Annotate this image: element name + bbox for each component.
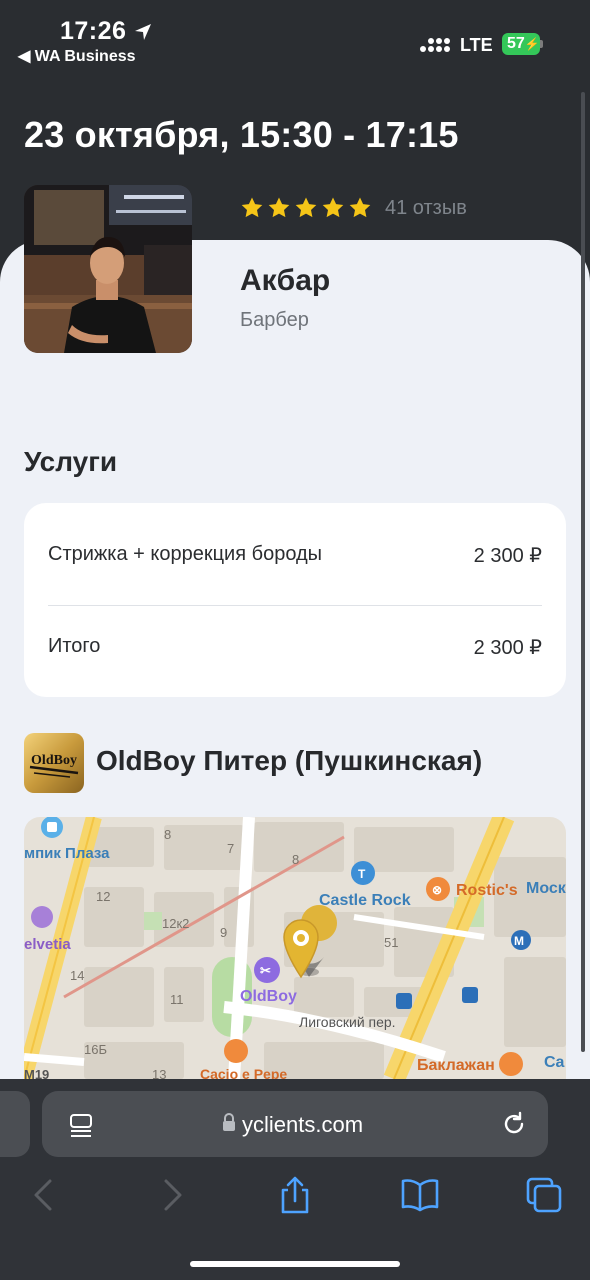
total-label: Итого xyxy=(48,635,101,657)
map-number: 8 xyxy=(292,852,299,867)
svg-text:✂: ✂ xyxy=(260,963,271,978)
map-label-rostics: Rostic's xyxy=(456,882,518,899)
map-label-moscow: Моск xyxy=(526,880,566,897)
battery-level: 57 xyxy=(507,35,525,52)
booking-datetime: 23 октября, 15:30 - 17:15 xyxy=(24,114,459,155)
map-label-oldboy: OldBoy xyxy=(240,988,297,1005)
page-menu-icon[interactable] xyxy=(68,1112,94,1138)
map-label-castle-rock: Castle Rock xyxy=(319,892,411,909)
share-icon[interactable] xyxy=(275,1175,315,1215)
previous-tab-preview[interactable] xyxy=(0,1091,30,1157)
tabs-icon[interactable] xyxy=(524,1175,564,1215)
browser-toolbar: yclients.com xyxy=(0,1079,590,1280)
map-number: 11 xyxy=(170,992,184,1007)
home-indicator[interactable] xyxy=(190,1261,400,1267)
service-name: Стрижка + коррекция бороды xyxy=(48,543,323,565)
master-role: Барбер xyxy=(240,309,309,331)
map-number: 13 xyxy=(152,1067,166,1079)
salon-map[interactable]: 8 7 8 12 12к2 9 51 14 11 16Б 13 мпик Пла… xyxy=(24,817,566,1079)
star-icon xyxy=(268,197,290,218)
charging-icon: ⚡ xyxy=(524,37,540,51)
service-row: Стрижка + коррекция бороды 2 300 ₽ xyxy=(48,543,542,568)
battery-icon: 57⚡ xyxy=(502,33,540,55)
address-bar[interactable]: yclients.com xyxy=(42,1091,548,1157)
salon-name: OldBoy Питер (Пушкинская) xyxy=(96,745,483,776)
master-name: Акбар xyxy=(240,264,331,297)
map-label-olimpic: мпик Плаза xyxy=(24,845,110,862)
location-arrow-icon xyxy=(135,24,151,40)
signal-icon xyxy=(420,38,450,52)
map-number: 9 xyxy=(220,925,227,940)
map-number: 51 xyxy=(384,935,398,950)
reload-icon[interactable] xyxy=(500,1110,528,1138)
star-icon xyxy=(295,197,317,218)
map-number: 12к2 xyxy=(162,916,189,931)
star-icon xyxy=(241,197,263,218)
map-label-m19: М19 xyxy=(24,1067,49,1079)
star-icon xyxy=(349,197,371,218)
services-card: Стрижка + коррекция бороды 2 300 ₽ Итого… xyxy=(24,503,566,697)
map-label-baklazhan: Баклажан xyxy=(417,1057,495,1074)
map-label-cacio: Cacio e Pepe xyxy=(200,1066,287,1079)
lock-icon xyxy=(223,1113,235,1131)
map-number: 16Б xyxy=(84,1042,107,1057)
salon-logo: OldBoy xyxy=(24,733,84,793)
bookmarks-icon[interactable] xyxy=(400,1175,440,1215)
svg-text:M: M xyxy=(514,934,524,948)
map-number: 14 xyxy=(70,968,84,983)
map-label-ligovsky: Лиговский пер. xyxy=(299,1014,396,1030)
divider xyxy=(48,605,542,606)
map-number: 8 xyxy=(164,827,171,842)
forward-icon[interactable] xyxy=(152,1175,192,1215)
back-icon[interactable] xyxy=(24,1175,64,1215)
battery-tip xyxy=(540,40,543,48)
status-bar: 17:26 ◀ WA Business LTE 57⚡ xyxy=(0,0,590,80)
total-price: 2 300 ₽ xyxy=(473,637,542,659)
map-number: 7 xyxy=(227,841,234,856)
master-photo xyxy=(24,185,192,353)
scroll-indicator[interactable] xyxy=(581,92,585,1052)
services-title: Услуги xyxy=(24,446,118,477)
svg-text:T: T xyxy=(358,867,366,881)
star-icon xyxy=(322,197,344,218)
service-price: 2 300 ₽ xyxy=(473,545,542,567)
url-text[interactable]: yclients.com xyxy=(242,1112,363,1138)
reviews-count-link[interactable]: 41 отзыв xyxy=(385,197,467,220)
screen: 17:26 ◀ WA Business LTE 57⚡ 23 октября, … xyxy=(0,0,590,1280)
salon-logo-text: OldBoy xyxy=(31,753,77,768)
map-label-ca: Ca xyxy=(544,1054,565,1071)
total-row: Итого 2 300 ₽ xyxy=(48,635,542,660)
status-time: 17:26 xyxy=(60,17,127,45)
map-number: 12 xyxy=(96,889,110,904)
network-type: LTE xyxy=(460,35,493,55)
rating-stars xyxy=(240,196,372,220)
map-label-helvetia: elvetia xyxy=(24,936,71,953)
back-to-app-link[interactable]: ◀ WA Business xyxy=(18,46,136,66)
svg-text:⊗: ⊗ xyxy=(432,883,442,897)
